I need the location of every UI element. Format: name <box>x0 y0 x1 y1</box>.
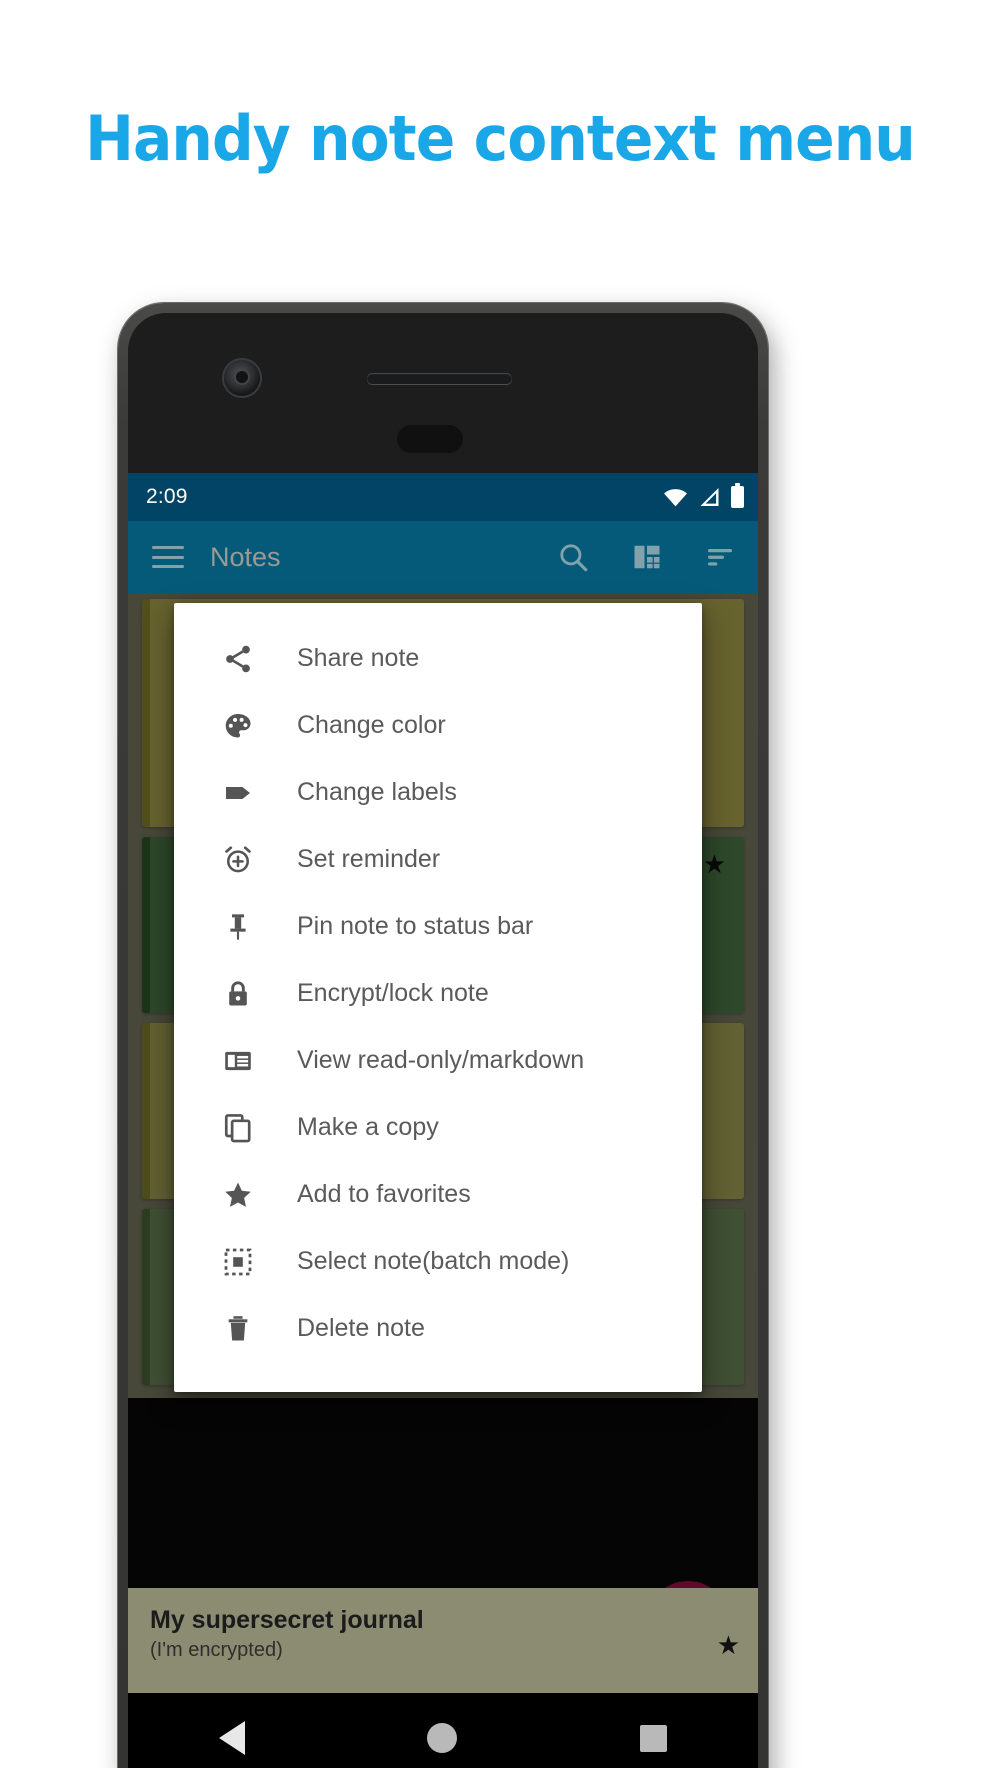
recents-nav-button[interactable] <box>639 1724 667 1752</box>
menu-item-label: Change color <box>297 711 446 739</box>
copy-icon <box>219 1109 257 1147</box>
app-bar: Notes <box>128 521 758 593</box>
menu-item-add-favorites[interactable]: Add to favorites <box>174 1161 702 1228</box>
wifi-icon <box>664 488 687 506</box>
bottom-note-card[interactable]: My supersecret journal (I'm encrypted) ★ <box>128 1588 758 1693</box>
navigation-bar <box>128 1693 758 1768</box>
menu-item-label: Pin note to status bar <box>297 912 534 940</box>
menu-item-make-copy[interactable]: Make a copy <box>174 1094 702 1161</box>
phone-mockup: 2:09 Notes ★ My supersecret journal (I'm… <box>118 303 768 1768</box>
share-icon <box>219 640 257 678</box>
search-icon[interactable] <box>556 540 590 574</box>
menu-item-set-reminder[interactable]: Set reminder <box>174 826 702 893</box>
phone-body: 2:09 Notes ★ My supersecret journal (I'm… <box>128 313 758 1768</box>
menu-item-view-readonly[interactable]: View read-only/markdown <box>174 1027 702 1094</box>
menu-item-share-note[interactable]: Share note <box>174 625 702 692</box>
app-bar-title: Notes <box>210 541 281 572</box>
menu-item-label: Set reminder <box>297 845 441 873</box>
grid-layout-icon[interactable] <box>632 542 662 572</box>
phone-screen: 2:09 Notes ★ My supersecret journal (I'm… <box>128 473 758 1768</box>
home-nav-button[interactable] <box>427 1723 458 1753</box>
menu-item-select-batch[interactable]: Select note(batch mode) <box>174 1228 702 1295</box>
menu-item-label: Make a copy <box>297 1113 439 1141</box>
note-subtitle: (I'm encrypted) <box>150 1639 283 1661</box>
menu-item-encrypt-note[interactable]: Encrypt/lock note <box>174 960 702 1027</box>
status-icons <box>663 483 744 508</box>
alarm-add-icon <box>219 841 257 879</box>
favorite-star-icon[interactable]: ★ <box>703 849 726 880</box>
menu-item-label: Delete note <box>297 1314 425 1342</box>
menu-item-label: View read-only/markdown <box>297 1046 585 1074</box>
status-bar: 2:09 <box>128 473 758 521</box>
signal-icon <box>700 488 719 506</box>
screenshot-root: Handy note context menu 2:09 Notes ★ My … <box>0 0 1000 1768</box>
sensor-pill <box>397 425 463 453</box>
back-nav-button[interactable] <box>219 1721 246 1755</box>
sort-icon[interactable] <box>704 541 736 573</box>
note-context-menu: Share note Change color Change labels Se… <box>174 603 702 1392</box>
app-bar-actions <box>556 540 736 574</box>
status-clock: 2:09 <box>146 485 188 508</box>
menu-item-label: Add to favorites <box>297 1180 471 1208</box>
menu-item-change-color[interactable]: Change color <box>174 692 702 759</box>
star-icon <box>219 1176 257 1214</box>
favorite-star-icon[interactable]: ★ <box>717 1630 740 1661</box>
palette-icon <box>219 707 257 745</box>
article-icon <box>219 1042 257 1080</box>
battery-icon <box>731 483 744 508</box>
lock-icon <box>219 975 257 1013</box>
menu-item-label: Select note(batch mode) <box>297 1247 570 1275</box>
menu-item-label: Change labels <box>297 778 457 806</box>
menu-item-label: Share note <box>297 644 420 672</box>
menu-item-delete-note[interactable]: Delete note <box>174 1295 702 1362</box>
front-camera <box>224 360 260 396</box>
select-all-icon <box>219 1243 257 1281</box>
hamburger-menu-icon[interactable] <box>152 546 184 568</box>
pin-icon <box>219 908 257 946</box>
earpiece-speaker <box>367 373 512 384</box>
page-title: Handy note context menu <box>85 102 916 175</box>
menu-item-change-labels[interactable]: Change labels <box>174 759 702 826</box>
menu-item-pin-note[interactable]: Pin note to status bar <box>174 893 702 960</box>
label-tag-icon <box>219 774 257 812</box>
note-title: My supersecret journal <box>150 1606 424 1634</box>
menu-item-label: Encrypt/lock note <box>297 979 489 1007</box>
trash-icon <box>219 1310 257 1348</box>
